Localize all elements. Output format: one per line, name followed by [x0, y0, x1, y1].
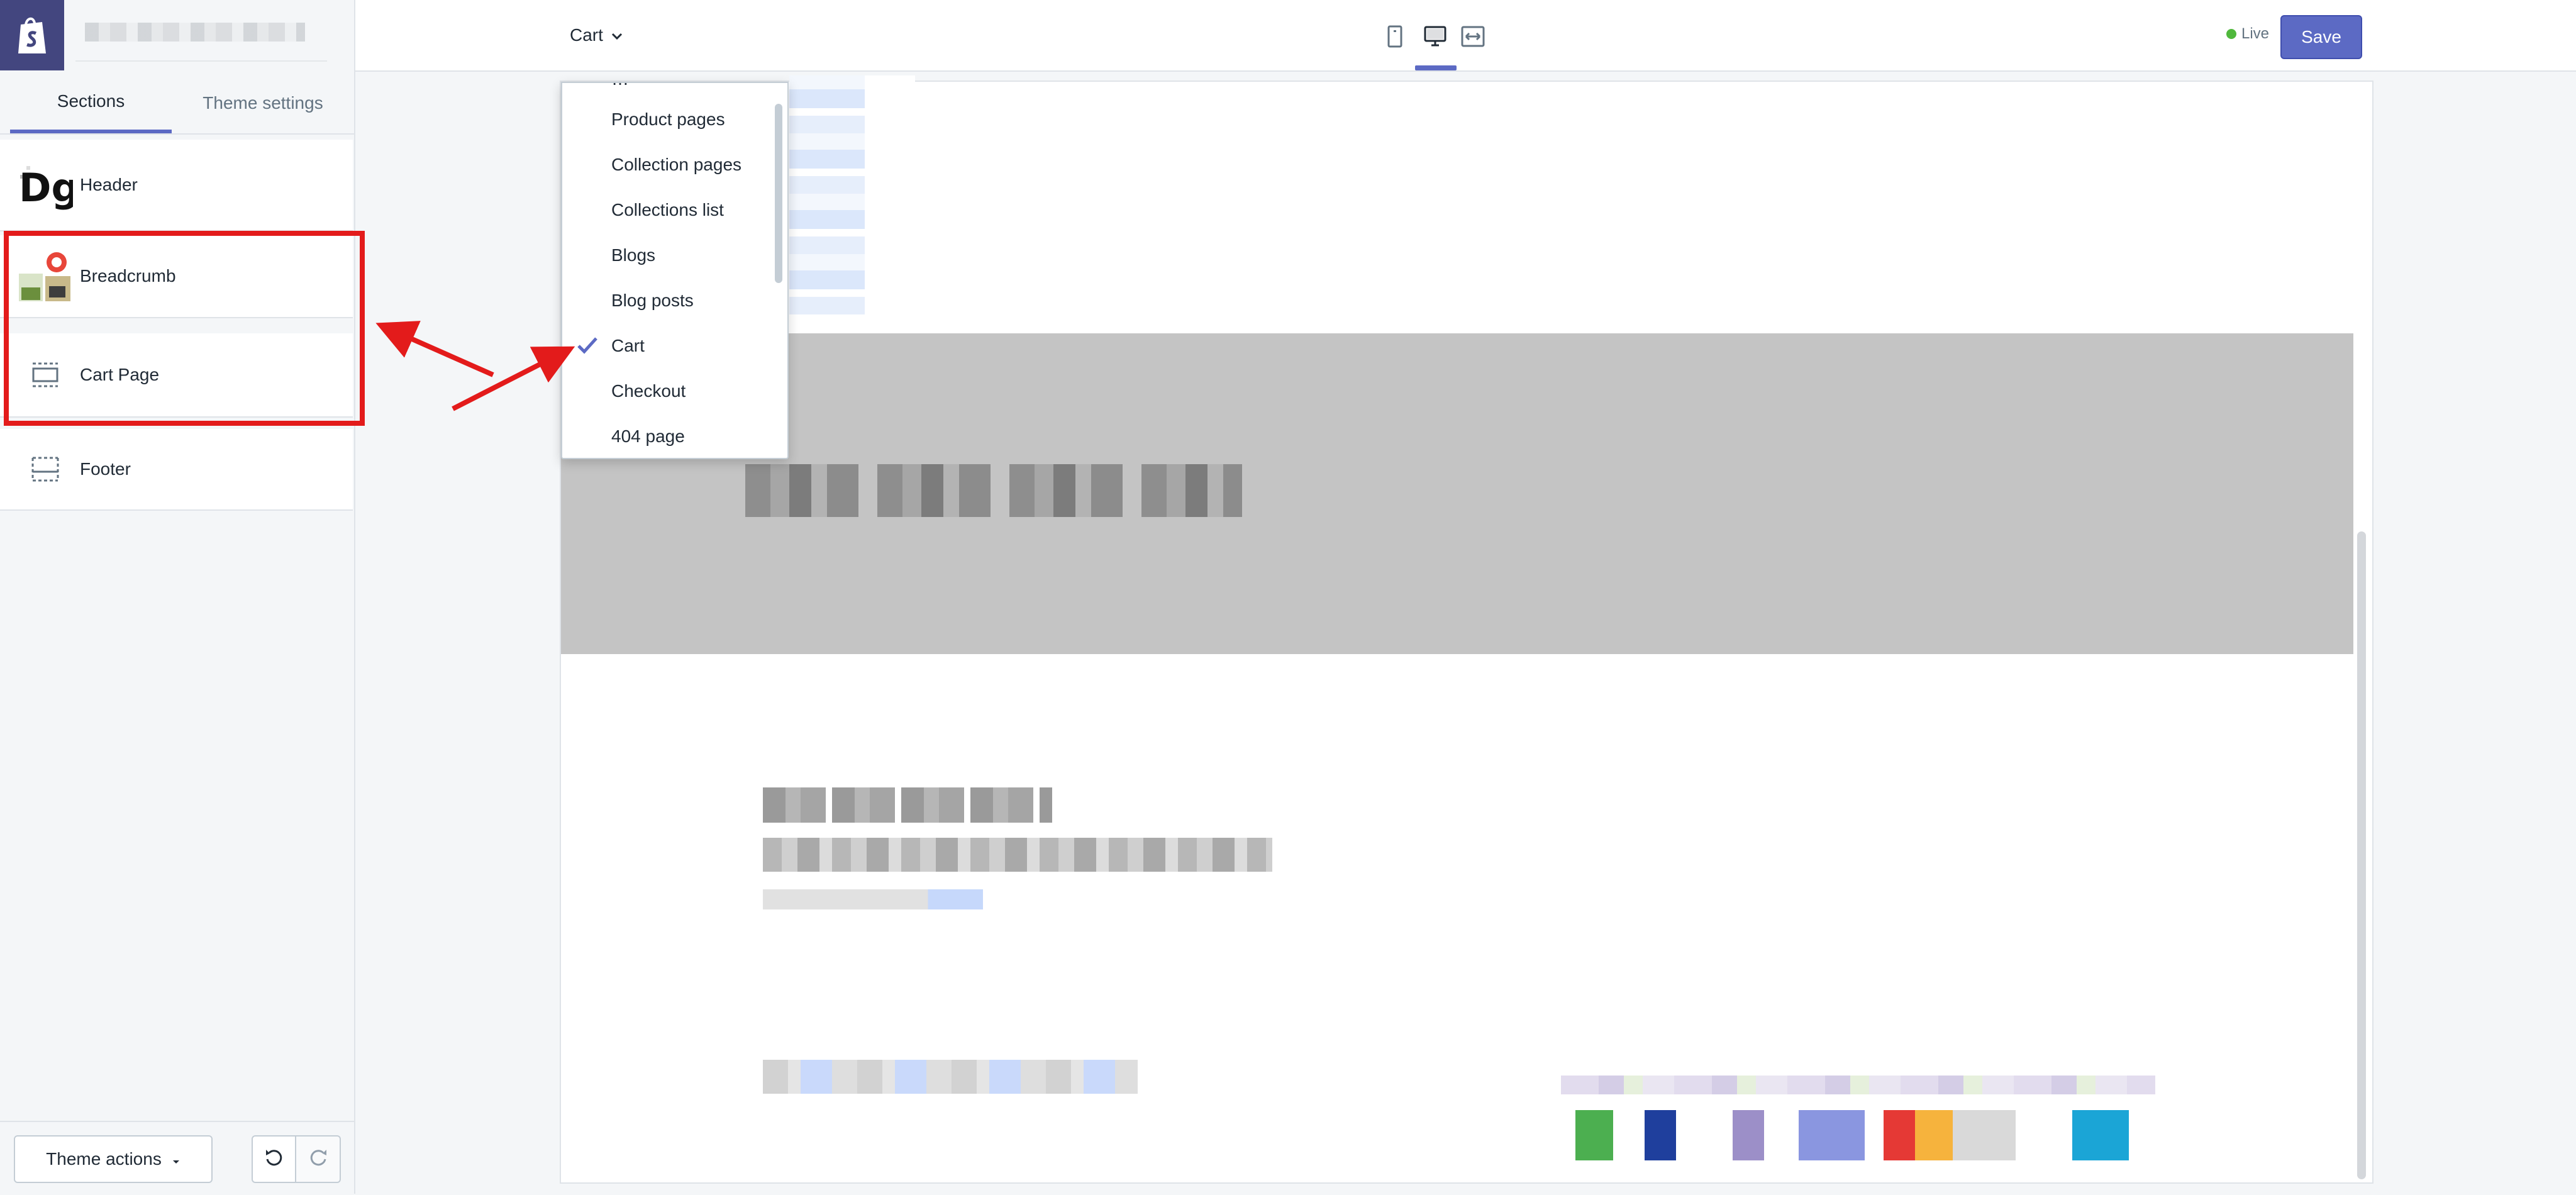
active-device-indicator — [1415, 65, 1457, 70]
section-item-footer[interactable]: Footer — [0, 429, 353, 511]
divider — [75, 60, 327, 62]
dropdown-item-cart[interactable]: Cart — [562, 323, 770, 369]
dropdown-item-404-page[interactable]: 404 page — [562, 414, 770, 458]
content-title-redacted — [763, 787, 1052, 823]
dropdown-item-label: Product pages — [611, 109, 725, 129]
theme-actions-label: Theme actions — [46, 1149, 162, 1169]
footer-text-redacted — [1561, 1076, 2155, 1094]
undo-button[interactable] — [252, 1135, 296, 1183]
save-button[interactable]: Save — [2280, 15, 2362, 59]
hero-heading-redacted — [745, 464, 1242, 517]
page-selector-dropdown: … Product pages Collection pages Collect… — [561, 82, 789, 459]
fullscreen-view-icon[interactable] — [1455, 19, 1491, 54]
preview-content-redacted — [789, 75, 915, 314]
undo-redo-group — [252, 1135, 341, 1183]
dropdown-item-label: Checkout — [611, 381, 686, 401]
arrow-to-sections — [375, 321, 494, 377]
theme-actions-button[interactable]: Theme actions — [14, 1135, 213, 1183]
desktop-view-icon[interactable] — [1418, 19, 1453, 54]
page-selector[interactable]: Cart — [570, 19, 623, 52]
content-link-redacted — [763, 889, 983, 909]
dropdown-item-product-pages[interactable]: Product pages — [562, 97, 770, 142]
logo-thumbnail-icon: Dg — [18, 157, 73, 213]
live-dot-icon — [2226, 29, 2236, 39]
shopify-logo-icon[interactable] — [0, 0, 64, 70]
svg-text:Dg: Dg — [19, 165, 73, 211]
dropdown-item-blogs[interactable]: Blogs — [562, 233, 770, 278]
dropdown-item-label: Cart — [611, 336, 645, 355]
dropdown-item-checkout[interactable]: Checkout — [562, 369, 770, 414]
dropdown-item-blog-posts[interactable]: Blog posts — [562, 278, 770, 323]
sidebar-tabs: Sections Theme settings — [0, 73, 354, 135]
dropdown-item-label: Blogs — [611, 245, 656, 265]
store-name-redacted — [85, 23, 305, 42]
undo-icon — [264, 1147, 285, 1172]
chevron-down-icon — [611, 25, 623, 45]
preview-scrollbar[interactable] — [2357, 531, 2366, 1179]
section-item-header[interactable]: Dg Header — [0, 140, 353, 231]
section-label: Header — [80, 175, 138, 194]
live-label: Live — [2241, 25, 2270, 42]
tab-sections[interactable]: Sections — [10, 73, 172, 133]
redo-button[interactable] — [296, 1135, 341, 1183]
dropdown-item-collection-pages[interactable]: Collection pages — [562, 142, 770, 187]
dropdown-item-label: 404 page — [611, 426, 685, 446]
payment-icons-redacted — [1575, 1110, 2141, 1160]
dropdown-item-partial[interactable]: … — [562, 83, 770, 98]
caret-down-icon — [172, 1149, 180, 1169]
tab-theme-settings[interactable]: Theme settings — [172, 73, 354, 133]
dropdown-scrollbar[interactable] — [775, 104, 782, 283]
redo-icon — [308, 1147, 329, 1172]
footer-text-redacted — [763, 1060, 1138, 1094]
dropdown-item-label: Blog posts — [611, 291, 694, 310]
content-text-redacted — [763, 838, 1272, 872]
annotation-highlight-box — [4, 231, 365, 426]
live-status: Live — [2226, 25, 2269, 43]
section-icon — [18, 442, 73, 497]
checkmark-icon — [576, 336, 599, 359]
dropdown-item-label: Collection pages — [611, 155, 742, 174]
mobile-view-icon[interactable] — [1377, 19, 1413, 54]
section-label: Footer — [80, 459, 131, 479]
dropdown-item-label: Collections list — [611, 200, 724, 220]
dropdown-item-collections-list[interactable]: Collections list — [562, 187, 770, 233]
page-selector-label: Cart — [570, 25, 603, 45]
arrow-to-cart — [452, 346, 575, 411]
